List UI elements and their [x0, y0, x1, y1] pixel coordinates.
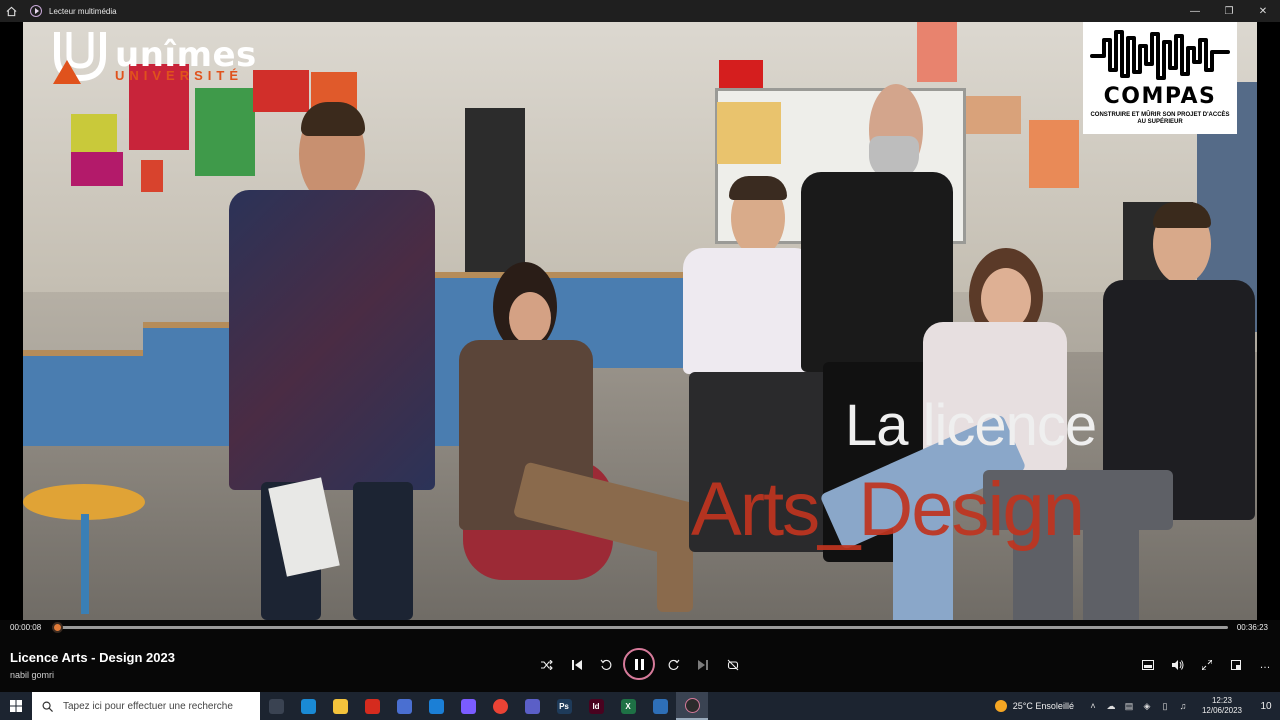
acrobat-icon [364, 698, 380, 714]
poster [717, 102, 781, 164]
seek-bar-thumb[interactable] [51, 622, 63, 633]
next-icon[interactable] [693, 656, 713, 674]
taskbar-app-task-view[interactable] [260, 692, 292, 720]
speaker-icon[interactable]: ♫ [1176, 701, 1190, 711]
weather-temp: 25°C [1012, 701, 1033, 711]
photos-icon [652, 698, 668, 714]
cloud-icon[interactable]: ☁ [1104, 701, 1118, 712]
miniplayer-icon[interactable] [1138, 656, 1158, 674]
media-player-app-icon [30, 5, 42, 17]
compas-logo: COMPAS CONSTRUIRE ET MÛRIR SON PROJET D'… [1083, 22, 1237, 134]
volume-icon[interactable] [1168, 656, 1188, 674]
network-icon[interactable]: ▤ [1122, 701, 1136, 712]
windows-icon [10, 700, 22, 712]
doorway [465, 108, 525, 278]
clock-date: 12/06/2023 [1201, 706, 1242, 715]
taskbar-app-photos[interactable] [644, 692, 676, 720]
search-placeholder: Tapez ici pour effectuer une recherche [63, 700, 233, 712]
poster [71, 152, 123, 186]
pause-button[interactable] [623, 648, 655, 680]
shuffle-icon[interactable] [537, 656, 557, 674]
mail-icon [428, 698, 444, 714]
window-title: Lecteur multimédia [49, 6, 117, 16]
skip-forward-30-icon[interactable] [664, 656, 684, 674]
taskbar-app-chrome[interactable] [484, 692, 516, 720]
clock[interactable]: 12:23 12/06/2023 [1202, 696, 1242, 716]
taskbar-app-mail[interactable] [420, 692, 452, 720]
poster [71, 114, 117, 152]
notification-center-button[interactable]: 10 [1252, 692, 1280, 720]
sun-icon [994, 700, 1007, 712]
clock-time: 12:23 [1211, 696, 1232, 705]
video-frame[interactable]: unîmes UNIVERSITÉ COMPAS CONSTRUIRE ET M… [23, 22, 1257, 620]
media-player-icon [684, 697, 700, 713]
compas-logo-name: COMPAS [1103, 84, 1217, 109]
elapsed-time: 00:00:08 [10, 623, 42, 632]
poster [195, 88, 255, 176]
taskbar-app-edge[interactable] [292, 692, 324, 720]
taskbar-app-media-player[interactable] [676, 692, 708, 720]
player-controls: 00:00:08 00:36:23 Licence Arts - Design … [0, 620, 1280, 692]
store-icon [396, 698, 412, 714]
poster [917, 22, 957, 82]
chevron-up-icon[interactable]: ˄ [1086, 701, 1100, 711]
taskbar-apps: Ps Id X [260, 692, 708, 720]
taskbar-app-photoshop[interactable]: Ps [548, 692, 580, 720]
taskbar-app-store[interactable] [388, 692, 420, 720]
taskbar-app-excel[interactable]: X [612, 692, 644, 720]
start-button[interactable] [0, 692, 32, 720]
excel-icon: X [620, 698, 636, 714]
file-explorer-icon [332, 698, 348, 714]
home-icon[interactable] [0, 0, 22, 22]
repeat-off-icon[interactable] [723, 656, 743, 674]
copilot-icon [460, 698, 476, 714]
photoshop-icon: Ps [556, 698, 572, 714]
edge-icon [300, 698, 316, 714]
wifi-icon[interactable]: ◈ [1140, 701, 1154, 712]
taskbar-app-teams[interactable] [516, 692, 548, 720]
battery-icon[interactable]: ▯ [1158, 701, 1172, 712]
taskbar: Tapez ici pour effectuer une recherche P… [0, 692, 1280, 720]
media-title: Licence Arts - Design 2023 [10, 650, 175, 665]
taskbar-app-copilot[interactable] [452, 692, 484, 720]
unimes-logo-mark-icon [53, 32, 106, 84]
compas-wave-icon [1090, 30, 1230, 80]
minimize-button[interactable]: — [1178, 0, 1212, 22]
unimes-logo-subtitle: UNIVERSITÉ [115, 68, 244, 83]
close-button[interactable]: ✕ [1246, 0, 1280, 22]
taskbar-app-file-explorer[interactable] [324, 692, 356, 720]
taskbar-app-acrobat[interactable] [356, 692, 388, 720]
taskbar-search[interactable]: Tapez ici pour effectuer une recherche [32, 692, 260, 720]
skip-back-10-icon[interactable] [596, 656, 616, 674]
weather-condition: Ensoleillé [1035, 701, 1074, 711]
taskbar-app-indesign[interactable]: Id [580, 692, 612, 720]
fullscreen-icon[interactable] [1197, 656, 1217, 674]
video-caption-line2: Arts_Design [691, 467, 1085, 552]
notification-count: 10 [1260, 700, 1272, 712]
seek-bar[interactable] [51, 622, 1228, 633]
poster [141, 160, 163, 192]
unimes-logo: unîmes UNIVERSITÉ [53, 26, 257, 84]
poster [963, 96, 1021, 134]
stool-leg [81, 514, 89, 614]
search-icon [42, 701, 53, 712]
total-time: 00:36:23 [1236, 623, 1268, 632]
compas-logo-tagline: CONSTRUIRE ET MÛRIR SON PROJET D'ACCÈS A… [1090, 112, 1230, 125]
poster [253, 70, 309, 112]
compact-view-icon[interactable] [1226, 656, 1246, 674]
title-bar: Lecteur multimédia — ❐ ✕ [0, 0, 1280, 22]
more-options-icon[interactable]: … [1255, 656, 1275, 674]
media-artist: nabil gomri [10, 670, 55, 680]
system-tray: 25°C Ensoleillé ˄ ☁ ▤ ◈ ▯ ♫ 12:23 12/06/… [994, 692, 1280, 720]
restore-button[interactable]: ❐ [1212, 0, 1246, 22]
pause-icon [634, 658, 638, 670]
task-view-icon [268, 698, 284, 714]
poster [1029, 120, 1079, 188]
chrome-icon [492, 698, 508, 714]
video-caption-line1: La licence [845, 393, 1097, 458]
indesign-icon: Id [588, 698, 604, 714]
weather-widget[interactable]: 25°C Ensoleillé [994, 700, 1074, 712]
teams-icon [524, 698, 540, 714]
previous-icon[interactable] [567, 656, 587, 674]
